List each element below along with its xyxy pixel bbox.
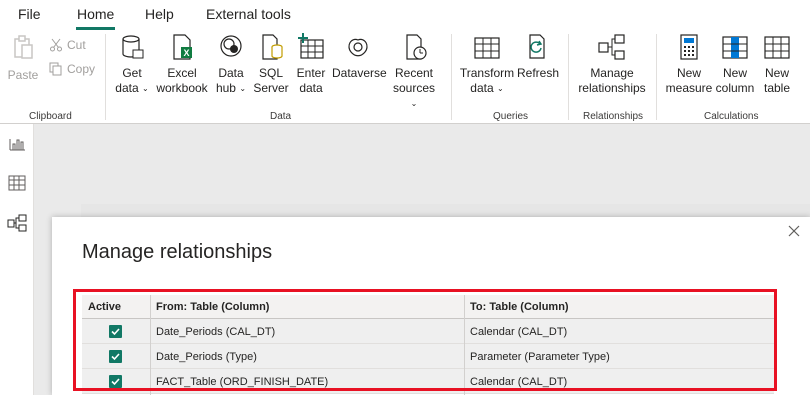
dialog-title: Manage relationships — [82, 241, 273, 263]
relationships-icon — [598, 34, 625, 60]
new-measure-button[interactable]: New measure — [664, 32, 714, 96]
new-table-button[interactable]: New table — [759, 32, 795, 96]
column-header-from[interactable]: From: Table (Column) — [156, 301, 269, 313]
column-header-active[interactable]: Active — [88, 301, 121, 313]
excel-icon: X — [173, 34, 192, 60]
menu-help[interactable]: Help — [145, 6, 174, 22]
data-hub-button[interactable]: Data hub ⌄ — [214, 32, 248, 96]
get-data-button[interactable]: Get data ⌄ — [113, 32, 151, 96]
table-header: Active From: Table (Column) To: Table (C… — [82, 295, 774, 319]
dataverse-button[interactable]: Dataverse — [332, 32, 387, 81]
to-cell: Calendar (CAL_DT) — [470, 376, 568, 388]
ribbon-separator — [451, 34, 452, 120]
manage-relationships-button[interactable]: Manage relationships — [575, 32, 649, 96]
new-table-icon — [764, 36, 790, 59]
relationships-group-label: Relationships — [583, 111, 644, 122]
database-icon — [122, 35, 144, 59]
menu-home[interactable]: Home — [77, 6, 114, 22]
ribbon-separator — [656, 34, 657, 120]
transform-data-icon — [474, 37, 500, 59]
model-view-icon[interactable] — [7, 213, 27, 233]
active-checkbox[interactable] — [109, 325, 122, 338]
table-row[interactable]: FACT_Table (ORD_FINISH_DATE) Calendar (C… — [82, 369, 774, 394]
checkmark-icon — [111, 353, 120, 361]
column-divider — [150, 295, 151, 395]
ribbon-separator — [568, 34, 569, 120]
calculator-icon — [680, 34, 698, 60]
data-view-icon[interactable] — [7, 173, 27, 193]
chevron-down-icon: ⌄ — [410, 99, 418, 108]
manage-relationships-dialog: Manage relationships Active From: Table … — [52, 217, 810, 395]
from-cell: Date_Periods (Type) — [156, 351, 257, 363]
ribbon: Paste Cut Copy Clipboard Get data ⌄ X Ex… — [0, 30, 810, 124]
paste-icon — [14, 35, 33, 59]
enter-data-button[interactable]: Enter data — [294, 32, 328, 96]
copy-button[interactable]: Copy — [49, 62, 95, 76]
sql-server-button[interactable]: SQL Server — [252, 32, 290, 96]
chevron-down-icon: ⌄ — [239, 84, 247, 93]
recent-sources-button[interactable]: Recent sources ⌄ — [388, 32, 440, 111]
data-group-label: Data — [270, 111, 292, 122]
report-view-icon[interactable] — [7, 134, 27, 154]
column-divider — [464, 295, 465, 395]
refresh-icon — [529, 34, 545, 59]
active-checkbox[interactable] — [109, 350, 122, 363]
menu-bar: File Home Help External tools — [0, 0, 810, 30]
recent-sources-icon — [406, 34, 427, 60]
copy-icon — [49, 62, 62, 76]
close-icon[interactable] — [787, 224, 801, 238]
calculations-group-label: Calculations — [704, 111, 759, 122]
cut-button[interactable]: Cut — [49, 38, 86, 52]
view-sidebar — [0, 124, 34, 395]
sql-server-icon — [262, 34, 283, 60]
ribbon-separator — [105, 34, 106, 120]
new-column-button[interactable]: New column — [714, 32, 756, 96]
chevron-down-icon: ⌄ — [142, 84, 149, 93]
queries-group-label: Queries — [493, 111, 529, 122]
paste-button[interactable]: Paste — [6, 32, 40, 83]
chevron-down-icon: ⌄ — [497, 84, 504, 93]
to-cell: Parameter (Parameter Type) — [470, 351, 610, 363]
scissors-icon — [50, 38, 62, 52]
transform-data-button[interactable]: Transform data ⌄ — [458, 32, 516, 96]
new-column-icon — [722, 36, 748, 59]
from-cell: FACT_Table (ORD_FINISH_DATE) — [156, 376, 329, 388]
from-cell: Date_Periods (CAL_DT) — [156, 326, 276, 338]
dataverse-icon — [348, 38, 368, 57]
table-row[interactable]: Date_Periods (Type) Parameter (Parameter… — [82, 344, 774, 369]
checkmark-icon — [111, 328, 120, 336]
excel-workbook-button[interactable]: X Excel workbook — [155, 32, 209, 96]
clipboard-group-label: Clipboard — [29, 111, 72, 122]
to-cell: Calendar (CAL_DT) — [470, 326, 568, 338]
menu-external-tools[interactable]: External tools — [206, 6, 291, 22]
data-hub-icon — [220, 35, 242, 57]
table-plus-icon — [298, 33, 324, 59]
svg-text:X: X — [184, 48, 190, 58]
table-row[interactable]: Date_Periods (CAL_DT) Calendar (CAL_DT) — [82, 319, 774, 344]
checkmark-icon — [111, 378, 120, 386]
menu-file[interactable]: File — [18, 6, 41, 22]
refresh-button[interactable]: Refresh — [516, 32, 560, 81]
active-checkbox[interactable] — [109, 375, 122, 388]
column-header-to[interactable]: To: Table (Column) — [470, 301, 569, 313]
